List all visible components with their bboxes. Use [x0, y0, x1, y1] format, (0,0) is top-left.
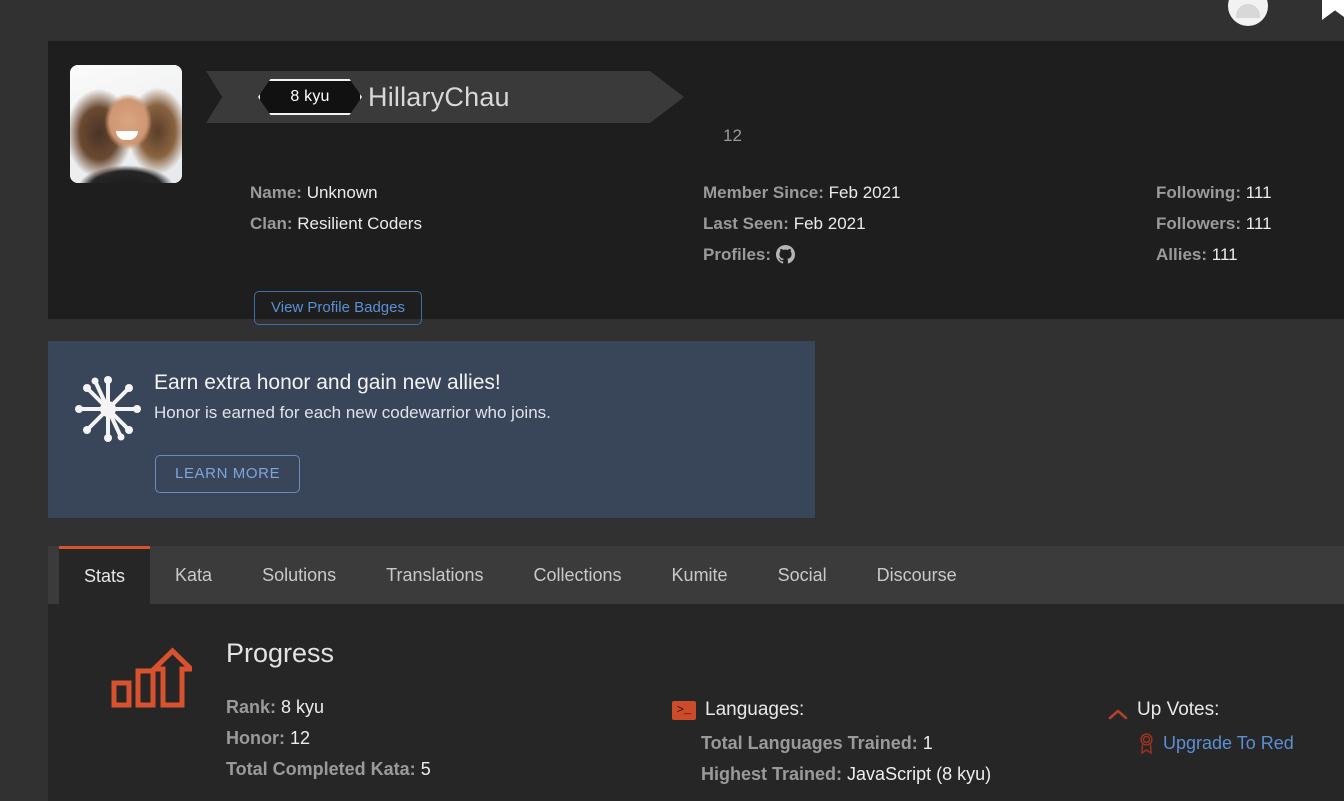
- avatar[interactable]: [70, 65, 182, 183]
- stats-panel: Progress Rank: 8 kyu Honor: 12 Total Com…: [48, 604, 1344, 801]
- upvotes-section: Up Votes: Upgrade To Red: [1108, 699, 1294, 759]
- info-row-last-seen: Last Seen: Feb 2021: [703, 208, 901, 239]
- info-value: 111: [1211, 245, 1238, 264]
- progress-title: Progress: [226, 638, 335, 668]
- info-label: Highest Trained:: [701, 764, 843, 784]
- info-value: 5: [420, 759, 431, 779]
- info-value: JavaScript (8 kyu): [847, 764, 992, 784]
- info-label: Allies:: [1156, 245, 1208, 264]
- honor-promo-banner: Earn extra honor and gain new allies! Ho…: [48, 341, 815, 518]
- languages-section: >_ Languages: Total Languages Trained: 1…: [672, 699, 991, 790]
- info-row-profiles: Profiles:: [703, 239, 901, 270]
- tab-label: Translations: [386, 564, 484, 585]
- medal-ribbon-icon: [1139, 733, 1154, 755]
- tab-label: Solutions: [262, 564, 337, 585]
- languages-row-total: Total Languages Trained: 1: [701, 728, 991, 759]
- tab-kata[interactable]: Kata: [150, 546, 237, 604]
- honor-burst-icon: [70, 371, 146, 447]
- languages-heading-label: Languages:: [705, 699, 805, 720]
- info-label: Honor:: [226, 728, 285, 748]
- tab-label: Kata: [175, 564, 213, 585]
- github-icon[interactable]: [775, 243, 795, 264]
- tab-label: Kumite: [671, 564, 728, 585]
- chevron-up-icon: [1108, 704, 1128, 720]
- honor-points: 12: [723, 126, 742, 145]
- profile-tabs: Stats Kata Solutions Translations Collec…: [48, 546, 1344, 604]
- info-value: Feb 2021: [793, 214, 866, 233]
- languages-rows: Total Languages Trained: 1 Highest Train…: [701, 728, 991, 790]
- tab-collections[interactable]: Collections: [509, 546, 647, 604]
- info-label: Followers:: [1156, 214, 1242, 233]
- info-label: Member Since:: [703, 183, 824, 202]
- user-avatar-icon[interactable]: [1228, 0, 1268, 26]
- info-label: Profiles:: [703, 245, 772, 264]
- tab-solutions[interactable]: Solutions: [237, 546, 361, 604]
- info-value: Resilient Coders: [297, 214, 422, 233]
- info-value: Feb 2021: [828, 183, 901, 202]
- view-profile-badges-button[interactable]: View Profile Badges: [254, 291, 422, 325]
- info-row-followers: Followers: 111: [1156, 208, 1272, 239]
- info-row-allies: Allies: 111: [1156, 239, 1272, 270]
- tab-label: Discourse: [876, 564, 957, 585]
- info-value: 12: [290, 728, 311, 748]
- promo-subtitle: Honor is earned for each new codewarrior…: [154, 403, 551, 422]
- progress-row-rank: Rank: 8 kyu: [226, 692, 431, 723]
- profile-info-left: Name: Unknown Clan: Resilient Coders: [250, 177, 422, 239]
- terminal-icon: >_: [672, 700, 696, 720]
- rank-badge: 8 kyu: [258, 79, 362, 115]
- tab-label: Stats: [84, 566, 126, 586]
- upgrade-to-red-link[interactable]: Upgrade To Red: [1163, 728, 1294, 759]
- codewars-profile-page: 8 kyu HillaryChau 12 Name: Unknown Clan:…: [0, 0, 1344, 801]
- profile-info-middle: Member Since: Feb 2021 Last Seen: Feb 20…: [703, 177, 901, 270]
- info-value: 1: [922, 733, 933, 753]
- info-value: 8 kyu: [281, 697, 325, 717]
- tab-stats[interactable]: Stats: [59, 546, 151, 604]
- profile-header-card: 8 kyu HillaryChau 12 Name: Unknown Clan:…: [48, 41, 1344, 325]
- info-label: Last Seen:: [703, 214, 789, 233]
- upvotes-row: Upgrade To Red: [1139, 728, 1294, 759]
- learn-more-button[interactable]: LEARN MORE: [155, 455, 301, 493]
- languages-heading: >_ Languages:: [672, 699, 991, 721]
- info-row-member-since: Member Since: Feb 2021: [703, 177, 901, 208]
- tab-label: Collections: [533, 564, 622, 585]
- page-title: HillaryChau: [368, 82, 510, 112]
- tab-social[interactable]: Social: [753, 546, 852, 604]
- tab-discourse[interactable]: Discourse: [852, 546, 982, 604]
- progress-rows: Rank: 8 kyu Honor: 12 Total Completed Ka…: [226, 692, 431, 785]
- progress-row-honor: Honor: 12: [226, 723, 431, 754]
- info-value: 111: [1245, 183, 1272, 202]
- upvotes-heading: Up Votes:: [1108, 699, 1294, 721]
- progress-bar-chart-icon: [110, 647, 198, 709]
- info-label: Total Completed Kata:: [226, 759, 416, 779]
- info-row-clan: Clan: Resilient Coders: [250, 208, 422, 239]
- info-label: Name:: [250, 183, 302, 202]
- tab-kumite[interactable]: Kumite: [647, 546, 753, 604]
- info-row-name: Name: Unknown: [250, 177, 422, 208]
- info-row-following: Following: 111: [1156, 177, 1272, 208]
- info-label: Following:: [1156, 183, 1241, 202]
- info-value: 111: [1245, 214, 1272, 233]
- info-label: Clan:: [250, 214, 293, 233]
- profile-info-right: Following: 111 Followers: 111 Allies: 11…: [1156, 177, 1272, 270]
- languages-row-highest: Highest Trained: JavaScript (8 kyu): [701, 759, 991, 790]
- username-ribbon: 8 kyu HillaryChau: [206, 71, 696, 123]
- info-label: Rank:: [226, 697, 277, 717]
- info-value: Unknown: [306, 183, 378, 202]
- top-bar: [0, 0, 1344, 40]
- promo-title: Earn extra honor and gain new allies!: [154, 371, 501, 394]
- bookmark-flag-icon[interactable]: [1322, 0, 1344, 20]
- ribbon-tail-notch: [650, 71, 696, 123]
- tab-translations[interactable]: Translations: [361, 546, 508, 604]
- tab-label: Social: [777, 564, 827, 585]
- info-label: Total Languages Trained:: [701, 733, 918, 753]
- upvotes-heading-label: Up Votes:: [1137, 699, 1220, 720]
- rank-badge-label: 8 kyu: [290, 88, 330, 105]
- tabstrip-leading-space: [48, 546, 59, 604]
- progress-row-total-kata: Total Completed Kata: 5: [226, 754, 431, 785]
- tab-list: Stats Kata Solutions Translations Collec…: [59, 546, 982, 604]
